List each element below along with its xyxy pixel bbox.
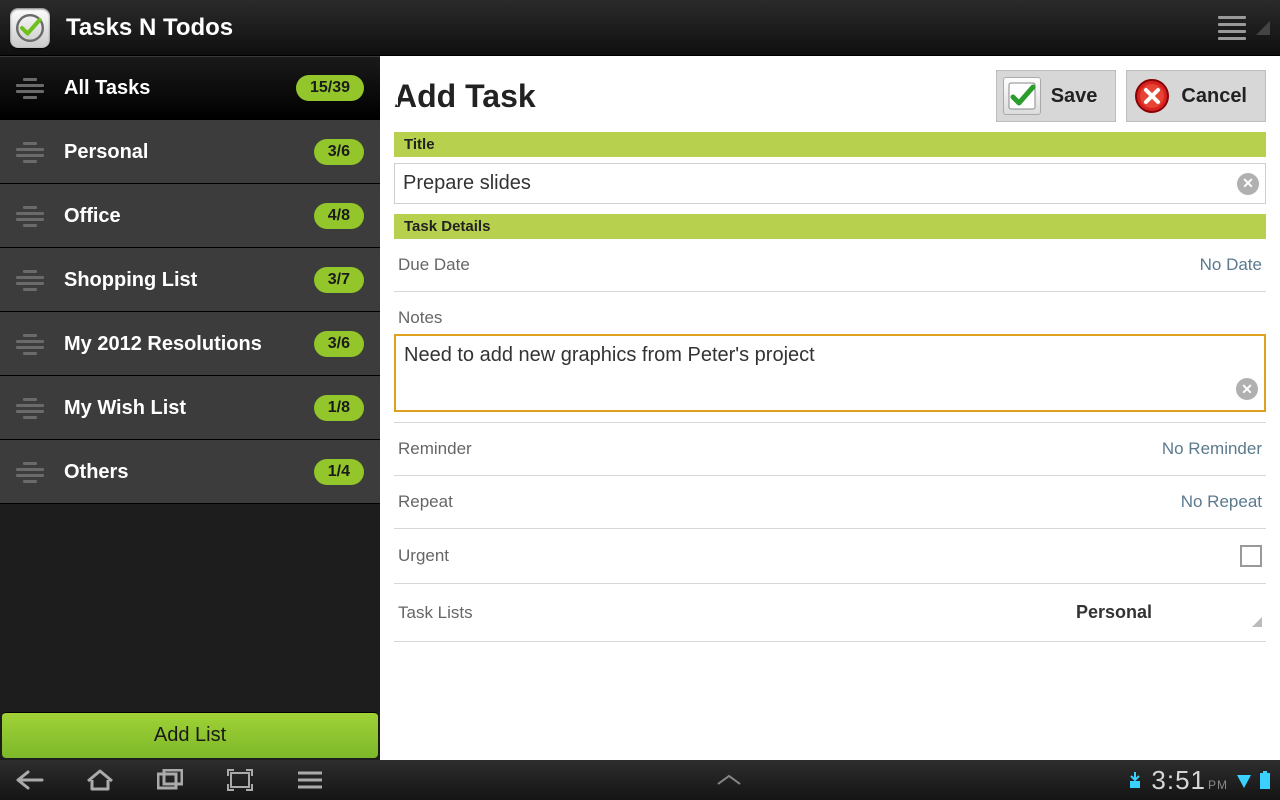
due-date-value: No Date xyxy=(1200,255,1262,275)
notes-label-row: Notes xyxy=(394,292,1266,334)
drag-handle-icon[interactable] xyxy=(16,334,44,355)
cancel-button[interactable]: Cancel xyxy=(1126,70,1266,122)
due-date-row[interactable]: Due Date No Date xyxy=(394,239,1266,292)
sidebar-item-count: 15/39 xyxy=(296,75,364,101)
drag-handle-icon[interactable] xyxy=(16,398,44,419)
reminder-row[interactable]: Reminder No Reminder xyxy=(394,423,1266,476)
urgent-checkbox[interactable] xyxy=(1240,545,1262,567)
sidebar-item-label: All Tasks xyxy=(64,77,296,100)
sidebar-item-label: Office xyxy=(64,205,314,228)
repeat-value: No Repeat xyxy=(1181,492,1262,512)
app-bar: Tasks N Todos xyxy=(0,0,1280,56)
clear-title-icon[interactable]: ✕ xyxy=(1237,173,1259,195)
repeat-label: Repeat xyxy=(398,492,453,512)
add-list-label: Add List xyxy=(154,724,226,747)
recents-icon[interactable] xyxy=(150,769,190,791)
dropdown-indicator-icon xyxy=(1256,21,1270,35)
clear-notes-icon[interactable]: ✕ xyxy=(1236,378,1258,400)
section-details-bar: Task Details xyxy=(394,214,1266,239)
add-task-panel: Add Task Save Cancel Title ✕ Task Detail… xyxy=(380,56,1280,760)
status-area[interactable]: 3:51PM xyxy=(1127,765,1270,796)
app-title: Tasks N Todos xyxy=(66,14,233,42)
cancel-label: Cancel xyxy=(1181,85,1247,108)
expand-icon[interactable] xyxy=(709,774,749,786)
section-title-bar: Title xyxy=(394,132,1266,157)
sidebar-item-count: 3/7 xyxy=(314,267,364,293)
menu-icon[interactable] xyxy=(1214,14,1250,42)
drag-handle-icon[interactable] xyxy=(16,142,44,163)
tasklists-row[interactable]: Task Lists Personal xyxy=(394,584,1266,642)
back-icon[interactable] xyxy=(10,770,50,790)
screenshot-icon[interactable] xyxy=(220,769,260,791)
wifi-icon xyxy=(1236,771,1252,789)
download-icon xyxy=(1127,771,1143,789)
notes-label: Notes xyxy=(398,308,442,328)
save-label: Save xyxy=(1051,85,1098,108)
urgent-label: Urgent xyxy=(398,546,449,566)
notes-field-wrap[interactable]: ✕ xyxy=(394,334,1266,412)
cancel-icon xyxy=(1133,77,1171,115)
sidebar-item-count: 4/8 xyxy=(314,203,364,229)
menu-nav-icon[interactable] xyxy=(290,771,330,789)
sidebar-item-others[interactable]: Others 1/4 xyxy=(0,440,380,504)
system-navbar: 3:51PM xyxy=(0,760,1280,800)
title-input[interactable] xyxy=(395,164,1265,203)
sidebar-item-count: 1/8 xyxy=(314,395,364,421)
sidebar-item-wishlist[interactable]: My Wish List 1/8 xyxy=(0,376,380,440)
sidebar-item-resolutions[interactable]: My 2012 Resolutions 3/6 xyxy=(0,312,380,376)
sidebar-item-count: 3/6 xyxy=(314,331,364,357)
sidebar-item-personal[interactable]: Personal 3/6 xyxy=(0,120,380,184)
reminder-label: Reminder xyxy=(398,439,472,459)
sidebar-item-label: Personal xyxy=(64,141,314,164)
sidebar-item-label: Others xyxy=(64,461,314,484)
sidebar-item-count: 1/4 xyxy=(314,459,364,485)
save-button[interactable]: Save xyxy=(996,70,1117,122)
drag-handle-icon[interactable] xyxy=(16,270,44,291)
due-date-label: Due Date xyxy=(398,255,470,275)
sidebar-item-all-tasks[interactable]: All Tasks 15/39 xyxy=(0,56,380,120)
tasklists-value: Personal xyxy=(1072,600,1262,625)
sidebar-item-shopping[interactable]: Shopping List 3/7 xyxy=(0,248,380,312)
urgent-row[interactable]: Urgent xyxy=(394,529,1266,584)
sidebar: All Tasks 15/39 Personal 3/6 Office 4/8 … xyxy=(0,56,380,760)
sidebar-item-office[interactable]: Office 4/8 xyxy=(0,184,380,248)
dropdown-icon xyxy=(1252,617,1262,627)
home-icon[interactable] xyxy=(80,769,120,791)
repeat-row[interactable]: Repeat No Repeat xyxy=(394,476,1266,529)
tasklists-select[interactable]: Personal xyxy=(1072,600,1262,625)
clock: 3:51PM xyxy=(1151,765,1228,796)
sidebar-item-label: Shopping List xyxy=(64,269,314,292)
drag-handle-icon[interactable] xyxy=(16,462,44,483)
notes-input[interactable] xyxy=(396,336,1264,410)
drag-handle-icon[interactable] xyxy=(16,206,44,227)
reminder-value: No Reminder xyxy=(1162,439,1262,459)
battery-icon xyxy=(1260,771,1270,789)
add-list-button[interactable]: Add List xyxy=(2,712,378,758)
sidebar-item-label: My 2012 Resolutions xyxy=(64,333,314,356)
check-icon xyxy=(1003,77,1041,115)
sidebar-item-label: My Wish List xyxy=(64,397,314,420)
app-logo-icon xyxy=(10,8,50,48)
tasklists-label: Task Lists xyxy=(398,603,473,623)
sidebar-item-count: 3/6 xyxy=(314,139,364,165)
panel-title: Add Task xyxy=(394,78,536,115)
drag-handle-icon xyxy=(16,78,44,99)
title-field-wrap[interactable]: ✕ xyxy=(394,163,1266,204)
